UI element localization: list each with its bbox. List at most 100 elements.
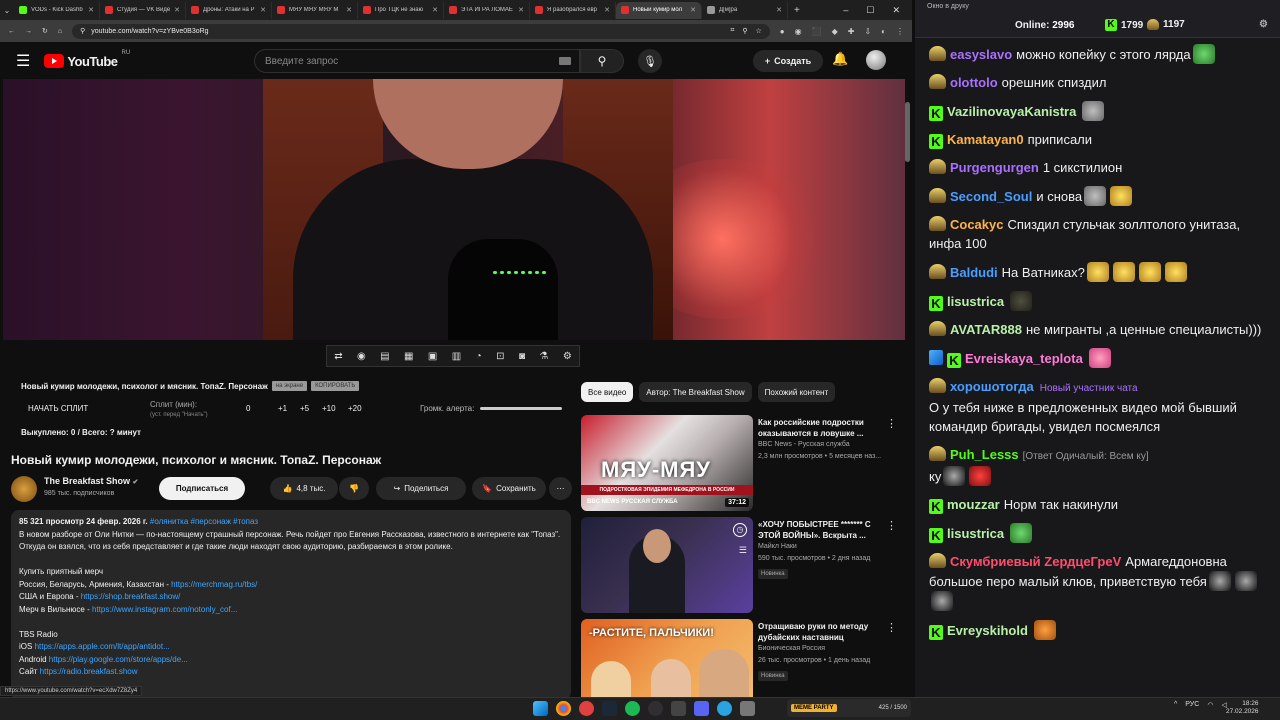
share-button[interactable]: ↪ Поделиться (376, 477, 466, 500)
chat-username[interactable]: AVATAR888 (950, 322, 1022, 337)
description-link[interactable]: https://shop.breakfast.show/ (81, 592, 181, 601)
search-input[interactable]: Введите запрос (254, 49, 580, 73)
settings-gear-icon[interactable]: ⚙ (563, 351, 572, 362)
tab-close-icon[interactable]: ✕ (346, 6, 352, 14)
video-menu-icon[interactable]: ⋮ (886, 519, 897, 532)
extension-icon[interactable]: ⬛ (812, 27, 822, 36)
browser-tab[interactable]: МЯУ МЯУ МЯУ М ✕ (272, 1, 358, 19)
split-add-20-button[interactable]: +20 (348, 404, 362, 413)
video-menu-icon[interactable]: ⋮ (886, 417, 897, 430)
app-icon[interactable] (579, 701, 594, 716)
recommended-video[interactable]: ◷ ☰ «ХОЧУ ПОБЫСТРЕЕ ******* С ЭТОЙ ВОЙНЫ… (581, 517, 906, 615)
speed-icon[interactable]: ◔ (476, 351, 482, 362)
recommended-channel[interactable]: Бионическая Россия (758, 645, 825, 652)
telegram-icon[interactable] (717, 701, 732, 716)
download-icon[interactable]: ⇩ (864, 27, 871, 36)
chip-all-videos[interactable]: Все видео (581, 382, 634, 402)
description-link[interactable]: https://apps.apple.com/lt/app/antidot... (35, 642, 170, 651)
description-tags[interactable]: #олянитка #персонаж #топаз (150, 517, 258, 526)
chrome-icon[interactable] (556, 701, 571, 716)
browser-tab[interactable]: Я разобрался евр ✕ (530, 1, 616, 19)
channel-name[interactable]: The Breakfast Show ✔ (44, 476, 138, 486)
youtube-logo[interactable]: YouTube RU (44, 50, 130, 69)
split-add-1-button[interactable]: +1 (278, 404, 287, 413)
minimize-icon[interactable]: – (843, 5, 848, 16)
chat-username[interactable]: Cocakyc (950, 217, 1003, 232)
video-thumbnail[interactable]: МЯУ-МЯУ ПОДРОСТКОВАЯ ЭПИДЕМИЯ МЕФЕДРОНА … (581, 415, 753, 511)
browser-tab[interactable]: ЭТА ИГРА ЛОМАЕ ✕ (444, 1, 530, 19)
playlist-icon[interactable]: ▤ (380, 351, 389, 362)
close-icon[interactable]: ✕ (892, 5, 900, 16)
tray-chevron-icon[interactable]: ^ (1174, 701, 1177, 709)
chat-username[interactable]: easyslavo (950, 47, 1012, 62)
extensions-puzzle-icon[interactable]: ✚ (848, 27, 855, 36)
watch-later-icon[interactable]: ◷ (733, 523, 747, 537)
new-tab-button[interactable]: + (788, 5, 806, 16)
video-description[interactable]: 85 321 просмотр 24 февр. 2026 г. #олянит… (11, 510, 571, 697)
video-player[interactable] (3, 79, 905, 340)
description-link[interactable]: https://play.google.com/store/apps/de... (49, 655, 188, 664)
browser-tab[interactable]: Дроны: Атаки на Р ✕ (186, 1, 272, 19)
description-link[interactable]: https://www.instagram.com/notonly_cof... (92, 605, 237, 614)
recommended-title[interactable]: Отращиваю руки по методу дубайских наста… (758, 621, 878, 643)
chat-username[interactable]: Evreyskihold (947, 623, 1028, 638)
subscribe-button[interactable]: Подписаться (159, 477, 245, 500)
tab-list-button[interactable]: ⌄ (0, 6, 14, 15)
recommended-channel[interactable]: BBC News - Русская служба (758, 441, 850, 448)
start-split-button[interactable]: НАЧАТЬ СПЛИТ (28, 404, 88, 413)
split-copy-button[interactable]: КОПИРОВАТЬ (311, 381, 360, 391)
tab-close-icon[interactable]: ✕ (604, 6, 610, 14)
notifications-bell-icon[interactable]: 🔔 (832, 51, 848, 67)
bookmark-star-icon[interactable]: ☆ (756, 27, 762, 35)
app-icon[interactable] (671, 701, 686, 716)
language-indicator[interactable]: РУС (1185, 701, 1199, 709)
hamburger-menu-icon[interactable]: ☰ (16, 51, 30, 71)
menu-dots-icon[interactable]: ⋮ (896, 27, 904, 36)
extension-icon[interactable]: ◆ (832, 27, 838, 36)
search-button[interactable]: ⚲ (580, 49, 624, 73)
reload-icon[interactable]: ↻ (42, 27, 48, 35)
tab-close-icon[interactable]: ✕ (776, 6, 782, 14)
account-avatar[interactable] (866, 50, 886, 70)
tab-close-icon[interactable]: ✕ (260, 6, 266, 14)
film-icon[interactable]: ▥ (452, 351, 461, 362)
chip-related[interactable]: Похожий контент (757, 382, 836, 402)
clapper-icon[interactable]: ▦ (404, 351, 413, 362)
voice-search-button[interactable]: 🎙 (638, 49, 662, 73)
more-actions-button[interactable]: ⋯ (549, 477, 572, 500)
recommended-channel[interactable]: Майкл Наки (758, 543, 797, 550)
browser-tab[interactable]: Д[м]ра ✕ (702, 1, 788, 19)
split-add-5-button[interactable]: +5 (300, 404, 309, 413)
chat-username[interactable]: Kamatayan0 (947, 132, 1024, 147)
start-menu-icon[interactable] (533, 701, 548, 716)
add-to-queue-icon[interactable]: ☰ (739, 545, 747, 556)
channel-avatar[interactable] (11, 476, 37, 502)
site-info-icon[interactable]: ⚲ (80, 27, 85, 35)
chat-username[interactable]: olottolo (950, 75, 998, 90)
browser-tab[interactable]: Про ТЦК не знаю ✕ (358, 1, 444, 19)
tab-close-icon[interactable]: ✕ (690, 6, 696, 14)
chat-username[interactable]: lisustrica (947, 294, 1004, 309)
audio-icon[interactable]: ◉ (357, 351, 366, 362)
chat-username[interactable]: Baldudi (950, 265, 998, 280)
recommended-video[interactable]: МЯУ-МЯУ ПОДРОСТКОВАЯ ЭПИДЕМИЯ МЕФЕДРОНА … (581, 415, 906, 513)
flask-icon[interactable]: ⚗ (539, 351, 548, 362)
browser-tab[interactable]: VODs - Kick Dashb ✕ (14, 1, 100, 19)
chat-username[interactable]: VazilinovayaKanistra (947, 104, 1076, 119)
extension-icon[interactable]: ◉ (795, 27, 802, 36)
loop-icon[interactable]: ⇄ (334, 351, 342, 362)
back-icon[interactable]: ← (8, 28, 15, 35)
tab-close-icon[interactable]: ✕ (88, 6, 94, 14)
description-link[interactable]: https://merchmag.ru/tbs/ (171, 580, 257, 589)
screenshot-frame-icon[interactable]: ⊡ (496, 351, 504, 362)
extension-icon[interactable]: ● (780, 27, 785, 36)
app-icon[interactable] (694, 701, 709, 716)
chat-username[interactable]: lisustrica (947, 526, 1004, 541)
maximize-icon[interactable]: ☐ (866, 5, 874, 16)
keyboard-icon[interactable] (559, 57, 571, 65)
alert-volume-slider[interactable] (480, 407, 562, 410)
tab-close-icon[interactable]: ✕ (432, 6, 438, 14)
app-icon[interactable] (740, 701, 755, 716)
browser-tab[interactable]: Новый кумир мол ✕ (616, 1, 702, 19)
address-bar[interactable]: ⚲ youtube.com/watch?v=zYBve0B3oRg ⌗ ⚲ ☆ (72, 23, 770, 39)
